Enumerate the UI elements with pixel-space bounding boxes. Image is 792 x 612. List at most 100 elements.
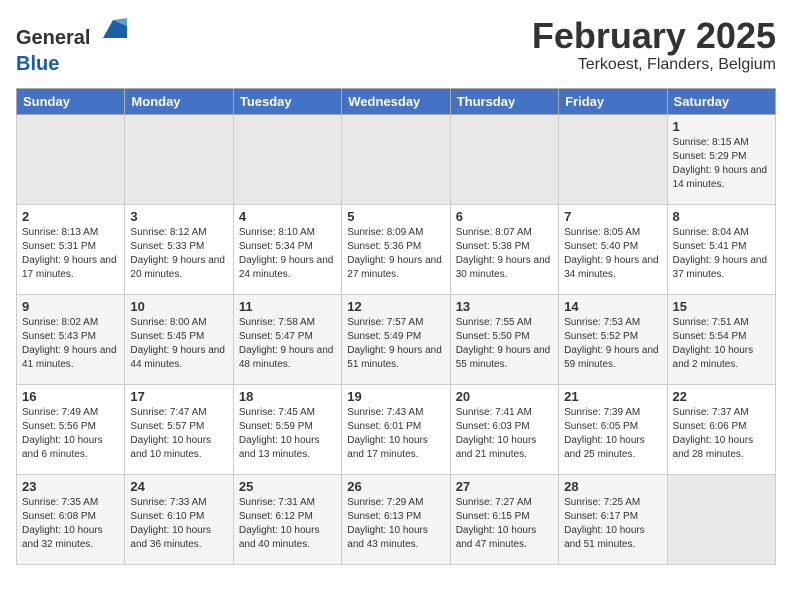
calendar-cell: 11 Sunrise: 7:58 AM Sunset: 5:47 PM Dayli… bbox=[233, 295, 341, 385]
day-info: Sunrise: 7:47 AM Sunset: 5:57 PM Dayligh… bbox=[130, 406, 227, 462]
header-monday: Monday bbox=[125, 89, 233, 115]
header-saturday: Saturday bbox=[667, 89, 775, 115]
day-number: 19 bbox=[347, 389, 444, 404]
calendar-cell: 10 Sunrise: 8:00 AM Sunset: 5:45 PM Dayli… bbox=[125, 295, 233, 385]
calendar-cell: 6Sunrise: 8:07 AM Sunset: 5:38 PM Daylig… bbox=[450, 205, 558, 295]
day-info: Sunrise: 8:13 AM Sunset: 5:31 PM Dayligh… bbox=[22, 226, 119, 282]
day-number: 23 bbox=[22, 479, 119, 494]
day-number: 27 bbox=[456, 479, 553, 494]
day-number: 6 bbox=[456, 209, 553, 224]
day-info: Sunrise: 7:31 AM Sunset: 6:12 PM Dayligh… bbox=[239, 496, 336, 552]
day-info: Sunrise: 8:10 AM Sunset: 5:34 PM Dayligh… bbox=[239, 226, 336, 282]
calendar-cell bbox=[559, 115, 667, 205]
day-info: Sunrise: 7:45 AM Sunset: 5:59 PM Dayligh… bbox=[239, 406, 336, 462]
calendar-cell: 4 Sunrise: 8:10 AM Sunset: 5:34 PM Daylig… bbox=[233, 205, 341, 295]
day-info: Sunrise: 8:02 AM Sunset: 5:43 PM Dayligh… bbox=[22, 316, 119, 372]
day-number: 9 bbox=[22, 299, 119, 314]
calendar-cell bbox=[233, 115, 341, 205]
header-wednesday: Wednesday bbox=[342, 89, 450, 115]
day-info: Sunrise: 7:55 AM Sunset: 5:50 PM Dayligh… bbox=[456, 316, 553, 372]
day-info: Sunrise: 8:04 AM Sunset: 5:41 PM Dayligh… bbox=[673, 226, 770, 282]
calendar-cell bbox=[125, 115, 233, 205]
day-number: 15 bbox=[673, 299, 770, 314]
day-number: 24 bbox=[130, 479, 227, 494]
day-number: 2 bbox=[22, 209, 119, 224]
day-info: Sunrise: 8:12 AM Sunset: 5:33 PM Dayligh… bbox=[130, 226, 227, 282]
day-number: 16 bbox=[22, 389, 119, 404]
logo-blue-text: Blue bbox=[16, 53, 59, 75]
day-info: Sunrise: 7:53 AM Sunset: 5:52 PM Dayligh… bbox=[564, 316, 661, 372]
week-row-4: 16 Sunrise: 7:49 AM Sunset: 5:56 PM Dayli… bbox=[17, 385, 776, 475]
day-info: Sunrise: 7:57 AM Sunset: 5:49 PM Dayligh… bbox=[347, 316, 444, 372]
calendar-cell: 7Sunrise: 8:05 AM Sunset: 5:40 PM Daylig… bbox=[559, 205, 667, 295]
day-number: 22 bbox=[673, 389, 770, 404]
day-number: 28 bbox=[564, 479, 661, 494]
calendar-cell: 1Sunrise: 8:15 AM Sunset: 5:29 PM Daylig… bbox=[667, 115, 775, 205]
page-header: General Blue February 2025 Terkoest, Fla… bbox=[16, 16, 776, 76]
calendar-cell: 5Sunrise: 8:09 AM Sunset: 5:36 PM Daylig… bbox=[342, 205, 450, 295]
calendar-cell: 21 Sunrise: 7:39 AM Sunset: 6:05 PM Dayli… bbox=[559, 385, 667, 475]
day-info: Sunrise: 7:49 AM Sunset: 5:56 PM Dayligh… bbox=[22, 406, 119, 462]
calendar-cell: 2 Sunrise: 8:13 AM Sunset: 5:31 PM Daylig… bbox=[17, 205, 125, 295]
logo-general-text: General bbox=[16, 27, 90, 49]
calendar-cell: 3 Sunrise: 8:12 AM Sunset: 5:33 PM Daylig… bbox=[125, 205, 233, 295]
header-tuesday: Tuesday bbox=[233, 89, 341, 115]
logo-icon bbox=[99, 16, 127, 44]
day-number: 21 bbox=[564, 389, 661, 404]
day-info: Sunrise: 7:25 AM Sunset: 6:17 PM Dayligh… bbox=[564, 496, 661, 552]
title-block: February 2025 Terkoest, Flanders, Belgiu… bbox=[532, 16, 776, 74]
header-sunday: Sunday bbox=[17, 89, 125, 115]
header-thursday: Thursday bbox=[450, 89, 558, 115]
day-info: Sunrise: 7:43 AM Sunset: 6:01 PM Dayligh… bbox=[347, 406, 444, 462]
day-info: Sunrise: 8:09 AM Sunset: 5:36 PM Dayligh… bbox=[347, 226, 444, 282]
calendar-cell: 24 Sunrise: 7:33 AM Sunset: 6:10 PM Dayli… bbox=[125, 475, 233, 565]
day-info: Sunrise: 7:39 AM Sunset: 6:05 PM Dayligh… bbox=[564, 406, 661, 462]
day-number: 3 bbox=[130, 209, 227, 224]
calendar-cell: 15 Sunrise: 7:51 AM Sunset: 5:54 PM Dayli… bbox=[667, 295, 775, 385]
day-number: 10 bbox=[130, 299, 227, 314]
day-info: Sunrise: 8:05 AM Sunset: 5:40 PM Dayligh… bbox=[564, 226, 661, 282]
calendar-cell bbox=[450, 115, 558, 205]
week-row-5: 23Sunrise: 7:35 AM Sunset: 6:08 PM Dayli… bbox=[17, 475, 776, 565]
day-number: 18 bbox=[239, 389, 336, 404]
day-number: 1 bbox=[673, 119, 770, 134]
week-row-3: 9 Sunrise: 8:02 AM Sunset: 5:43 PM Daylig… bbox=[17, 295, 776, 385]
day-number: 11 bbox=[239, 299, 336, 314]
day-info: Sunrise: 7:41 AM Sunset: 6:03 PM Dayligh… bbox=[456, 406, 553, 462]
calendar-cell: 23Sunrise: 7:35 AM Sunset: 6:08 PM Dayli… bbox=[17, 475, 125, 565]
day-info: Sunrise: 7:37 AM Sunset: 6:06 PM Dayligh… bbox=[673, 406, 770, 462]
calendar-header: SundayMondayTuesdayWednesdayThursdayFrid… bbox=[17, 89, 776, 115]
calendar-cell: 12Sunrise: 7:57 AM Sunset: 5:49 PM Dayli… bbox=[342, 295, 450, 385]
calendar-cell: 27Sunrise: 7:27 AM Sunset: 6:15 PM Dayli… bbox=[450, 475, 558, 565]
calendar-cell: 28 Sunrise: 7:25 AM Sunset: 6:17 PM Dayli… bbox=[559, 475, 667, 565]
day-number: 20 bbox=[456, 389, 553, 404]
calendar-cell: 13 Sunrise: 7:55 AM Sunset: 5:50 PM Dayli… bbox=[450, 295, 558, 385]
day-info: Sunrise: 8:00 AM Sunset: 5:45 PM Dayligh… bbox=[130, 316, 227, 372]
calendar-cell: 16 Sunrise: 7:49 AM Sunset: 5:56 PM Dayli… bbox=[17, 385, 125, 475]
calendar-subtitle: Terkoest, Flanders, Belgium bbox=[532, 56, 776, 74]
calendar-cell: 26Sunrise: 7:29 AM Sunset: 6:13 PM Dayli… bbox=[342, 475, 450, 565]
day-info: Sunrise: 7:58 AM Sunset: 5:47 PM Dayligh… bbox=[239, 316, 336, 372]
day-number: 26 bbox=[347, 479, 444, 494]
day-number: 25 bbox=[239, 479, 336, 494]
header-friday: Friday bbox=[559, 89, 667, 115]
day-info: Sunrise: 7:51 AM Sunset: 5:54 PM Dayligh… bbox=[673, 316, 770, 372]
calendar-title: February 2025 bbox=[532, 16, 776, 56]
calendar-cell: 17 Sunrise: 7:47 AM Sunset: 5:57 PM Dayli… bbox=[125, 385, 233, 475]
calendar-cell: 25 Sunrise: 7:31 AM Sunset: 6:12 PM Dayli… bbox=[233, 475, 341, 565]
calendar-cell: 14 Sunrise: 7:53 AM Sunset: 5:52 PM Dayli… bbox=[559, 295, 667, 385]
day-number: 8 bbox=[673, 209, 770, 224]
day-number: 14 bbox=[564, 299, 661, 314]
day-number: 17 bbox=[130, 389, 227, 404]
logo: General Blue bbox=[16, 16, 127, 76]
calendar-cell: 20 Sunrise: 7:41 AM Sunset: 6:03 PM Dayli… bbox=[450, 385, 558, 475]
day-number: 13 bbox=[456, 299, 553, 314]
header-row: SundayMondayTuesdayWednesdayThursdayFrid… bbox=[17, 89, 776, 115]
calendar-cell bbox=[342, 115, 450, 205]
calendar-cell bbox=[667, 475, 775, 565]
day-info: Sunrise: 7:33 AM Sunset: 6:10 PM Dayligh… bbox=[130, 496, 227, 552]
week-row-1: 1Sunrise: 8:15 AM Sunset: 5:29 PM Daylig… bbox=[17, 115, 776, 205]
day-number: 4 bbox=[239, 209, 336, 224]
calendar-body: 1Sunrise: 8:15 AM Sunset: 5:29 PM Daylig… bbox=[17, 115, 776, 565]
calendar-table: SundayMondayTuesdayWednesdayThursdayFrid… bbox=[16, 88, 776, 565]
